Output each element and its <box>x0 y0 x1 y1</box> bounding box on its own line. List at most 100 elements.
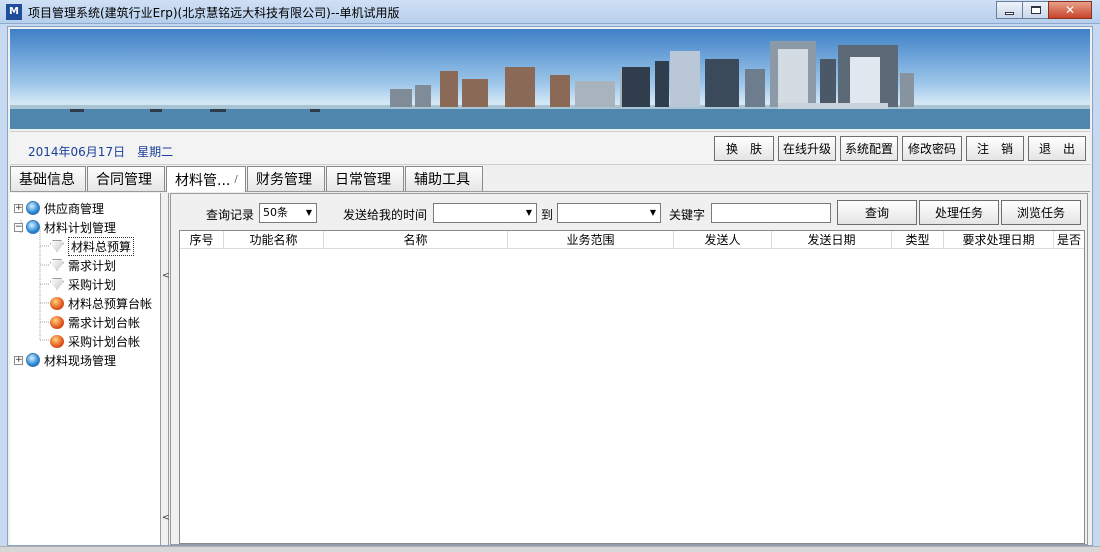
tab-contract-management[interactable]: 合同管理 <box>87 166 165 191</box>
globe-icon <box>26 353 40 367</box>
maximize-button[interactable] <box>1022 1 1049 19</box>
apple-icon <box>50 315 64 329</box>
current-date: 2014年06月17日 <box>28 145 126 159</box>
tab-finance-management[interactable]: 财务管理 <box>247 166 325 191</box>
change-password-button[interactable]: 修改密码 <box>902 136 962 161</box>
panel-splitter[interactable]: < < <box>161 193 170 545</box>
logout-button[interactable]: 注 销 <box>966 136 1024 161</box>
globe-icon <box>26 220 40 234</box>
tree-item-demand-plan-ledger[interactable]: 需求计划台帐 <box>50 313 140 331</box>
tree-item-demand-plan[interactable]: 需求计划 <box>50 256 116 274</box>
column-header[interactable]: 序号 <box>180 231 224 248</box>
tab-daily-management[interactable]: 日常管理 <box>326 166 404 191</box>
tree-item-label: 需求计划台帐 <box>68 315 141 330</box>
sent-time-label: 发送给我的时间 <box>343 208 428 222</box>
exit-button[interactable]: 退 出 <box>1028 136 1086 161</box>
tree-item-label: 采购计划 <box>68 277 117 292</box>
tab-label: 财务管理 <box>256 172 312 188</box>
skin-button[interactable]: 换 肤 <box>714 136 774 161</box>
column-header[interactable]: 名称 <box>324 231 508 248</box>
task-grid[interactable]: 序号 功能名称 名称 业务范围 发送人 发送日期 类型 要求处理日期 是否 <box>179 230 1085 544</box>
date-toolbar: 2014年06月17日 星期二 换 肤 在线升级 系统配置 修改密码 注 销 退 … <box>10 131 1090 165</box>
close-button[interactable]: ✕ <box>1048 1 1092 19</box>
tree-item-purchase-plan[interactable]: 采购计划 <box>50 275 116 293</box>
tree-item-material-budget-ledger[interactable]: 材料总预算台帐 <box>50 294 152 312</box>
sent-time-from-select[interactable]: ▼ <box>433 203 537 223</box>
navigation-tree: + 供应商管理 − 材料计划管理 材料总预算 需求计划 采购计划 材料总预算台帐… <box>10 193 161 545</box>
current-weekday: 星期二 <box>137 145 174 159</box>
tree-item-label: 采购计划台帐 <box>68 334 141 349</box>
maximize-icon <box>1030 6 1041 14</box>
column-header[interactable]: 是否 <box>1054 231 1084 248</box>
query-bar: 查询记录 50条 ▼ 发送给我的时间 ▼ 到 ▼ 关键字 查询 处理任务 浏览任… <box>171 200 1087 226</box>
tab-label: 日常管理 <box>335 172 391 188</box>
tab-material-management[interactable]: 材料管... / <box>166 166 246 192</box>
window-controls: ✕ <box>996 1 1092 19</box>
column-header[interactable]: 功能名称 <box>224 231 324 248</box>
tab-label: 辅助工具 <box>414 172 470 188</box>
app-icon: M <box>6 4 22 20</box>
module-tabs: 基础信息 合同管理 材料管... / 财务管理 日常管理 辅助工具 <box>10 166 1090 192</box>
tab-basic-info[interactable]: 基础信息 <box>10 166 86 191</box>
tree-item-material-total-budget[interactable]: 材料总预算 <box>50 236 135 256</box>
tree-item-supplier-management[interactable]: + 供应商管理 <box>14 199 104 217</box>
gem-icon <box>50 259 64 271</box>
tree-item-label: 需求计划 <box>68 258 117 273</box>
keyword-label: 关键字 <box>669 208 706 222</box>
records-label: 查询记录 <box>206 208 255 222</box>
taskbar-strip <box>0 546 1100 552</box>
gem-icon <box>50 240 64 252</box>
dropdown-arrow-icon: ▼ <box>305 208 312 217</box>
tree-item-material-plan-management[interactable]: − 材料计划管理 <box>14 218 116 236</box>
expand-icon[interactable]: + <box>14 355 23 365</box>
records-select[interactable]: 50条 ▼ <box>259 203 317 223</box>
close-icon: ✕ <box>1064 3 1076 17</box>
tree-item-material-site-management[interactable]: + 材料现场管理 <box>14 351 116 369</box>
tab-label: 基础信息 <box>19 172 75 188</box>
tab-auxiliary-tools[interactable]: 辅助工具 <box>405 166 483 191</box>
skyline-image <box>10 41 1090 129</box>
to-label: 到 <box>541 208 554 222</box>
collapse-icon[interactable]: − <box>14 222 23 232</box>
column-header[interactable]: 发送日期 <box>772 231 892 248</box>
online-upgrade-button[interactable]: 在线升级 <box>778 136 836 161</box>
expand-icon[interactable]: + <box>14 203 23 213</box>
browse-task-button[interactable]: 浏览任务 <box>1001 200 1081 225</box>
tree-item-label: 供应商管理 <box>44 201 105 216</box>
column-header[interactable]: 业务范围 <box>508 231 674 248</box>
records-value: 50条 <box>263 206 288 219</box>
task-panel: 查询记录 50条 ▼ 发送给我的时间 ▼ 到 ▼ 关键字 查询 处理任务 浏览任… <box>170 193 1088 545</box>
dropdown-arrow-icon: ▼ <box>649 208 656 217</box>
column-header[interactable]: 要求处理日期 <box>944 231 1054 248</box>
keyword-input[interactable] <box>711 203 831 223</box>
sent-time-to-select[interactable]: ▼ <box>557 203 661 223</box>
process-task-button[interactable]: 处理任务 <box>919 200 999 225</box>
title-bar: M 项目管理系统(建筑行业Erp)(北京慧铭远大科技有限公司)--单机试用版 ✕ <box>0 0 1100 24</box>
column-header[interactable]: 类型 <box>892 231 944 248</box>
client-area: 2014年06月17日 星期二 换 肤 在线升级 系统配置 修改密码 注 销 退 … <box>7 26 1093 546</box>
apple-icon <box>50 296 64 310</box>
tree-item-purchase-plan-ledger[interactable]: 采购计划台帐 <box>50 332 140 350</box>
dropdown-arrow-icon: ▼ <box>525 208 532 217</box>
minimize-button[interactable] <box>996 1 1023 19</box>
system-config-button[interactable]: 系统配置 <box>840 136 898 161</box>
city-skyline-banner <box>10 29 1090 129</box>
tree-item-label: 材料总预算台帐 <box>68 296 153 311</box>
tree-item-label: 材料计划管理 <box>44 220 117 235</box>
column-header[interactable]: 发送人 <box>674 231 772 248</box>
tree-item-label: 材料现场管理 <box>44 353 117 368</box>
tab-label: 材料管... <box>175 172 231 189</box>
window-title: 项目管理系统(建筑行业Erp)(北京慧铭远大科技有限公司)--单机试用版 <box>28 6 400 20</box>
collapse-left-icon[interactable]: < <box>162 513 170 523</box>
apple-icon <box>50 334 64 348</box>
collapse-left-icon[interactable]: < <box>162 271 170 281</box>
globe-icon <box>26 201 40 215</box>
minimize-icon <box>1005 11 1014 15</box>
tab-label: 合同管理 <box>96 172 152 188</box>
tree-item-label: 材料总预算 <box>68 236 135 256</box>
date-display: 2014年06月17日 星期二 <box>28 143 185 160</box>
tab-close-icon[interactable]: / <box>234 174 237 185</box>
gem-icon <box>50 278 64 290</box>
query-button[interactable]: 查询 <box>837 200 917 225</box>
grid-header: 序号 功能名称 名称 业务范围 发送人 发送日期 类型 要求处理日期 是否 <box>180 231 1084 249</box>
